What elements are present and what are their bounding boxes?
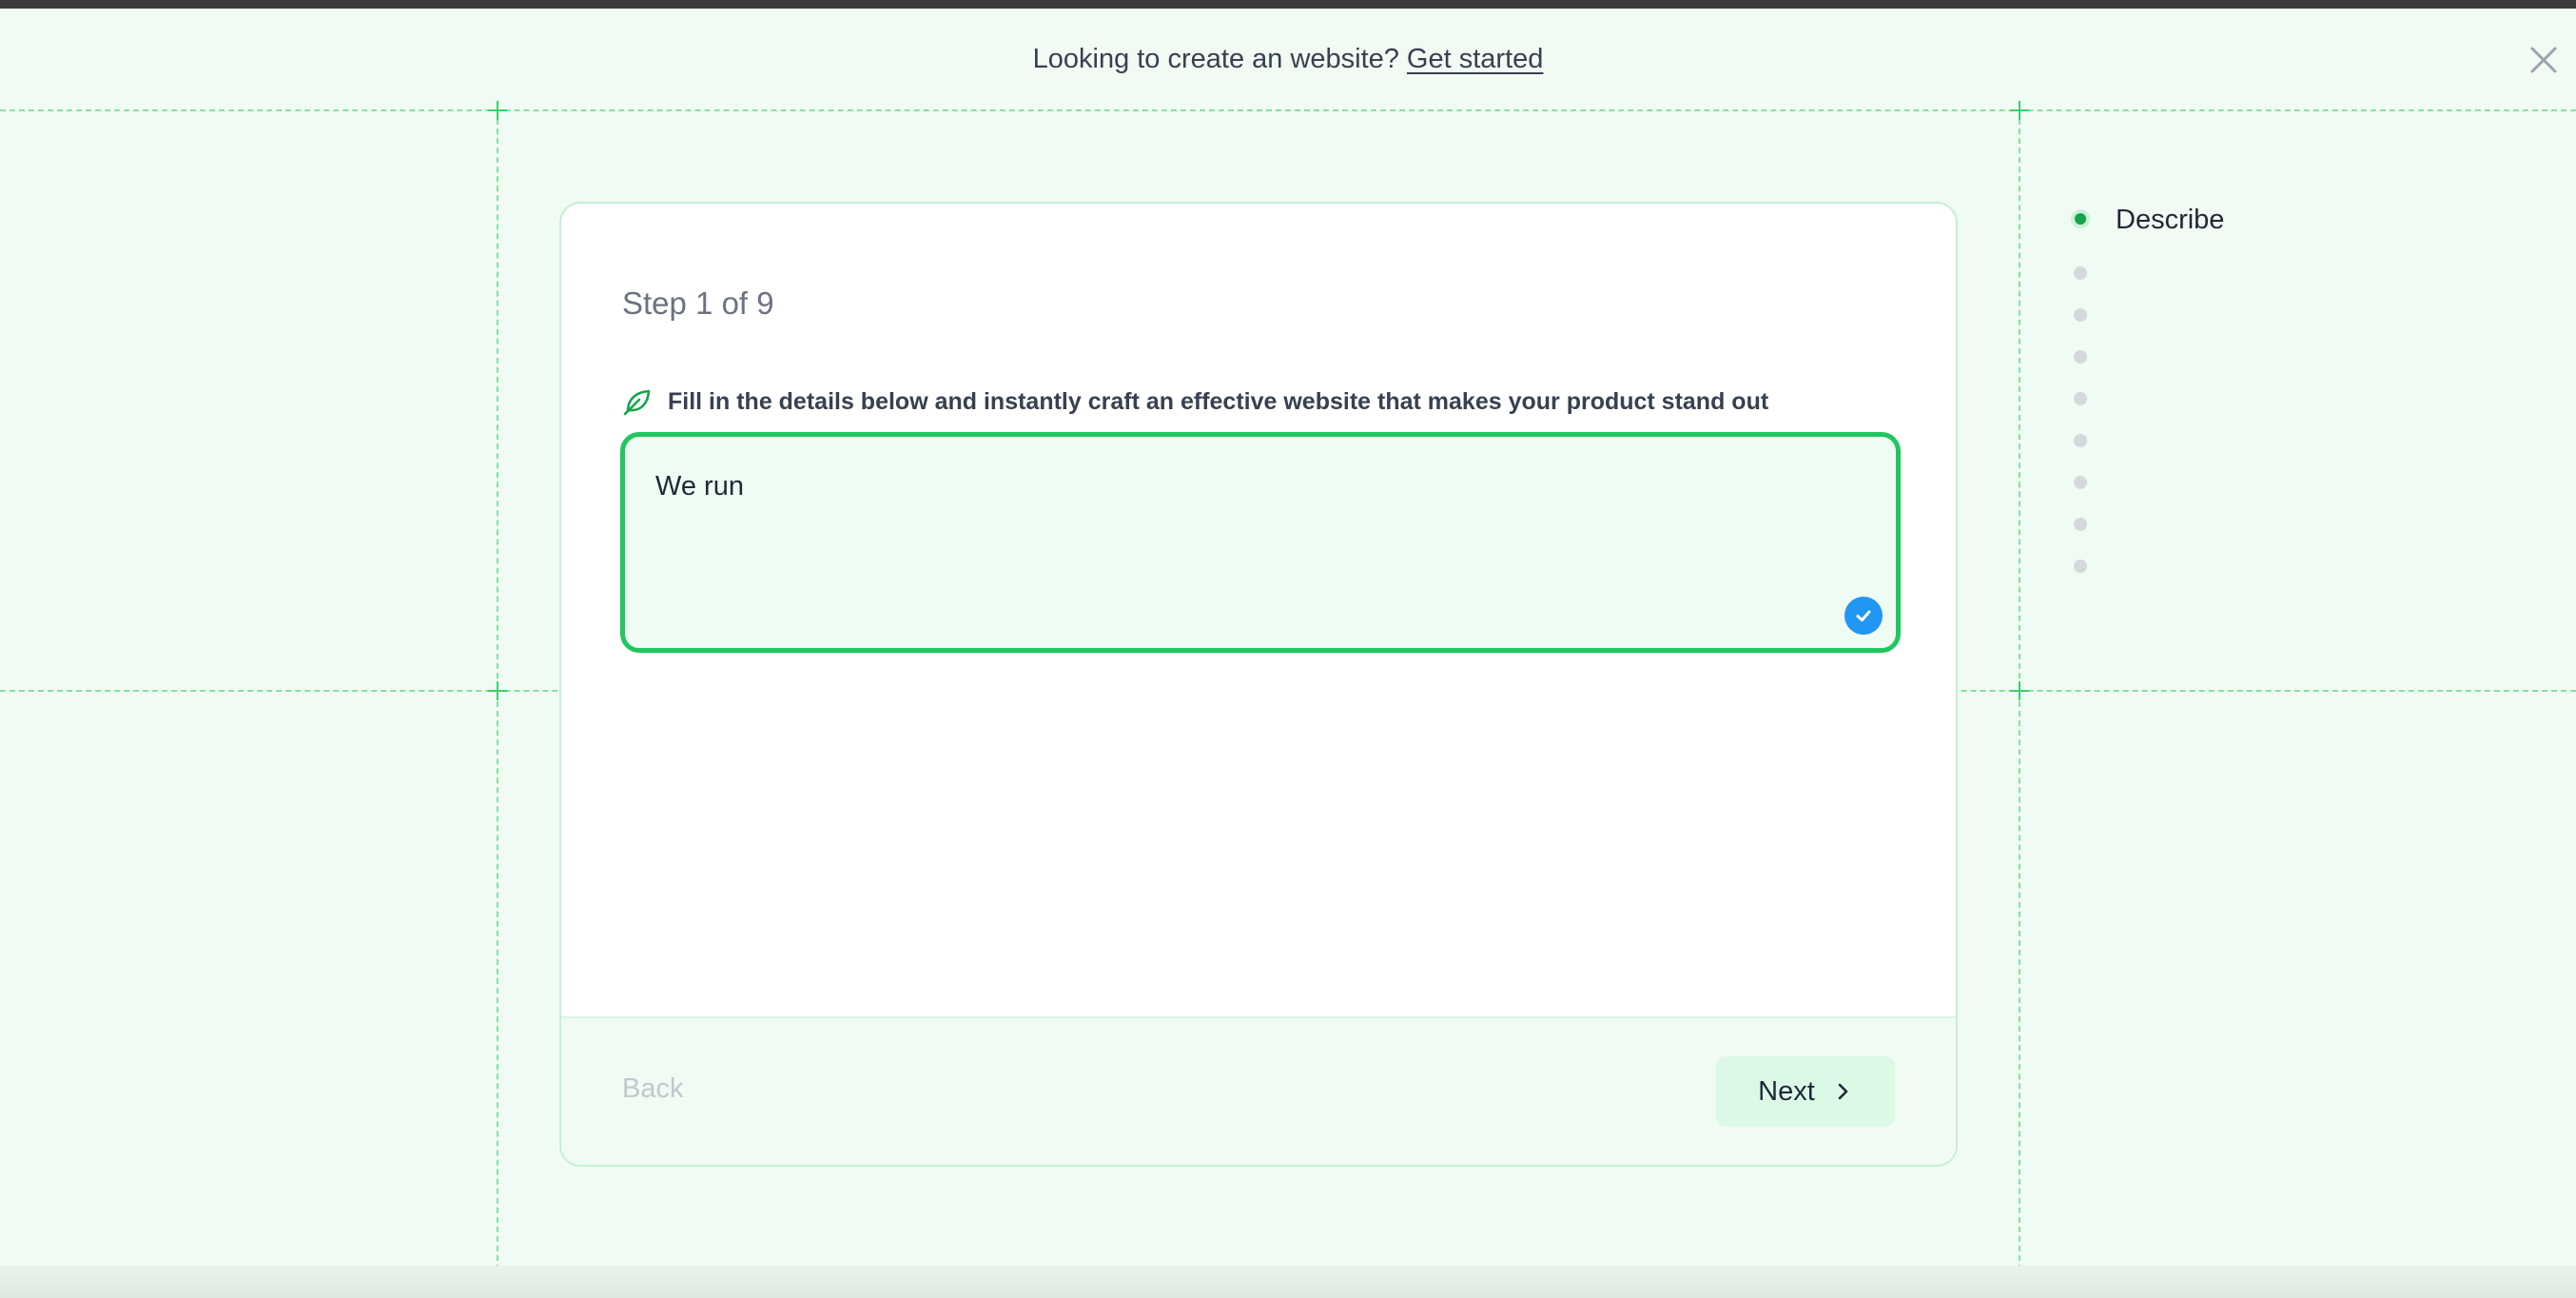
description-textarea[interactable]: We run xyxy=(620,432,1901,653)
wizard-card: Step 1 of 9 Fill in the details below an… xyxy=(559,202,1958,1167)
next-button[interactable]: Next xyxy=(1716,1056,1895,1127)
stepper-step-3 xyxy=(2074,308,2089,324)
stepper-dot xyxy=(2074,308,2087,322)
stepper-step-9 xyxy=(2074,560,2089,575)
guide-plus-marker xyxy=(488,101,507,120)
instruction-text: Fill in the details below and instantly … xyxy=(668,387,1769,415)
close-icon[interactable] xyxy=(2528,45,2559,75)
back-button[interactable]: Back xyxy=(622,1073,683,1105)
guide-line-top xyxy=(0,109,2576,111)
stepper-dot xyxy=(2074,560,2087,573)
check-icon xyxy=(1856,610,1871,621)
guide-plus-marker xyxy=(2010,101,2029,120)
stepper-dot xyxy=(2074,266,2087,280)
get-started-link[interactable]: Get started xyxy=(1407,44,1543,75)
description-value: We run xyxy=(655,471,744,502)
stepper-dot-active xyxy=(2075,213,2086,225)
stepper-dot xyxy=(2074,518,2087,531)
wizard-footer: Back Next xyxy=(561,1016,1956,1165)
guide-plus-marker xyxy=(2010,681,2029,700)
stepper-step-label: Describe xyxy=(2116,205,2225,235)
chevron-right-icon xyxy=(1838,1083,1848,1100)
guide-plus-marker xyxy=(488,681,507,700)
window-top-strip xyxy=(0,0,2576,9)
stepper-step-5 xyxy=(2074,392,2089,407)
grammar-check-badge[interactable] xyxy=(1844,597,1883,635)
stepper-step-4 xyxy=(2074,350,2089,365)
banner-message: Looking to create an website? xyxy=(1032,43,1399,74)
leaf-icon xyxy=(623,389,651,416)
stepper-step-6 xyxy=(2074,434,2089,449)
stepper-step-2 xyxy=(2074,266,2089,282)
instruction-row: Fill in the details below and instantly … xyxy=(622,386,1768,417)
next-button-label: Next xyxy=(1758,1075,1815,1107)
bottom-shade xyxy=(0,1266,2576,1298)
stepper-dot xyxy=(2074,350,2087,364)
stepper-step-1[interactable]: Describe xyxy=(2074,205,2224,235)
stepper-dot xyxy=(2074,392,2087,405)
promo-banner: Looking to create an website? Get starte… xyxy=(0,9,2576,109)
step-counter: Step 1 of 9 xyxy=(622,285,774,321)
stepper-step-8 xyxy=(2074,518,2089,533)
stepper-dot xyxy=(2074,476,2087,489)
stepper-step-7 xyxy=(2074,476,2089,491)
stepper-dot xyxy=(2074,434,2087,447)
